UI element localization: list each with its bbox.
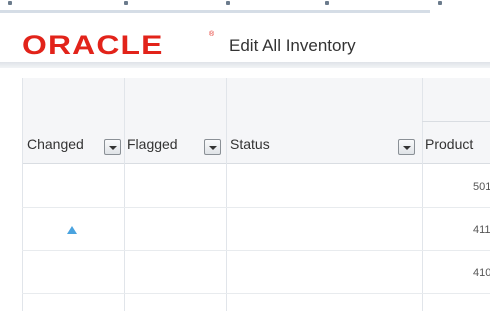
previous-content-strip — [0, 0, 490, 14]
column-header-product[interactable]: Product — [425, 136, 473, 152]
scroll-marker-icon — [8, 1, 12, 5]
filter-changed-button[interactable] — [104, 139, 121, 155]
app-header: ORACLE ® Edit All Inventory — [0, 14, 490, 64]
registered-mark: ® — [209, 31, 215, 38]
table-cell-product: 411 — [473, 224, 490, 236]
previous-content-divider — [0, 10, 430, 13]
page-title: Edit All Inventory — [229, 36, 356, 55]
column-header-changed[interactable]: Changed — [27, 136, 84, 152]
row-divider — [22, 207, 490, 208]
column-divider — [124, 78, 125, 311]
scroll-marker-icon — [226, 1, 230, 5]
table-cell-product: 410 — [473, 267, 490, 279]
filter-status-button[interactable] — [398, 139, 415, 155]
column-header-status[interactable]: Status — [230, 136, 270, 152]
scroll-marker-icon — [124, 1, 128, 5]
inventory-table: Changed Flagged Status Product 501 411 4… — [22, 78, 490, 311]
scroll-marker-icon — [325, 1, 329, 5]
column-divider — [226, 78, 227, 311]
scroll-marker-icon — [438, 1, 442, 5]
chevron-down-icon — [209, 146, 217, 150]
chevron-down-icon — [403, 146, 411, 150]
column-divider — [22, 78, 23, 311]
triangle-up-icon — [67, 226, 77, 234]
oracle-logo: ORACLE — [22, 30, 164, 60]
column-group-divider — [422, 121, 490, 122]
row-divider — [22, 293, 490, 294]
column-header-flagged[interactable]: Flagged — [127, 136, 178, 152]
filter-flagged-button[interactable] — [204, 139, 221, 155]
table-cell-product: 501 — [473, 181, 490, 193]
chevron-down-icon — [109, 146, 117, 150]
row-divider — [22, 250, 490, 251]
header-shadow — [0, 62, 490, 68]
column-divider — [422, 78, 423, 311]
